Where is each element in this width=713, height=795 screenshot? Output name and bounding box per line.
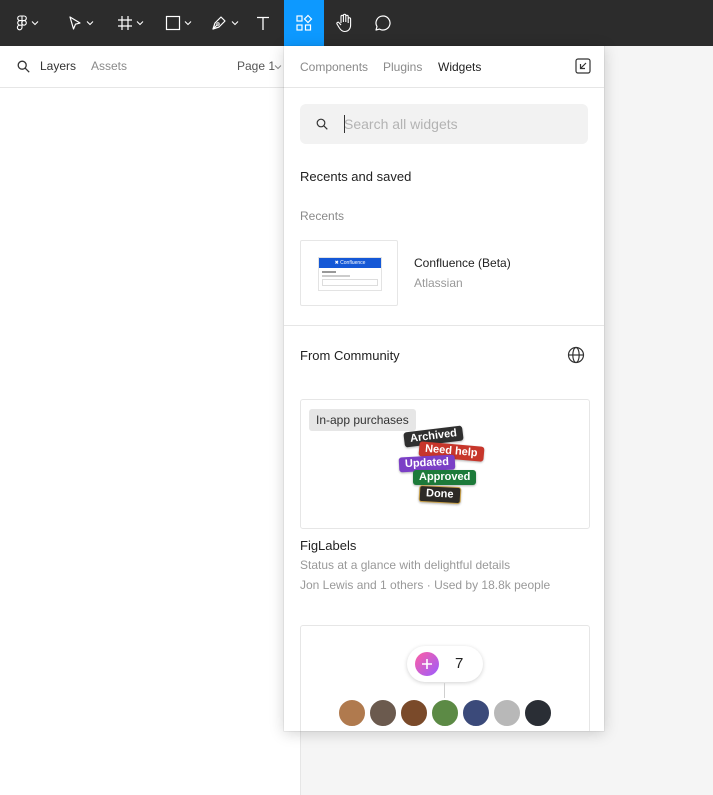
recents-and-saved-heading: Recents and saved bbox=[300, 169, 412, 184]
open-in-panel-icon[interactable] bbox=[575, 58, 591, 74]
widget-card-voting[interactable]: 7 bbox=[300, 625, 590, 731]
page-selector-label: Page 1 bbox=[237, 59, 276, 73]
chevron-down-icon bbox=[184, 21, 191, 26]
comment-tool-button[interactable] bbox=[368, 0, 398, 46]
left-panel-header: Layers Assets Page 1 bbox=[0, 46, 300, 88]
hand-icon bbox=[336, 13, 352, 33]
chevron-down-icon bbox=[136, 21, 143, 26]
search-icon[interactable] bbox=[17, 60, 30, 73]
widget-card-figlabels[interactable]: In-app purchases Archived Need help Upda… bbox=[300, 399, 590, 529]
text-icon bbox=[257, 16, 269, 30]
recents-heading: Recents bbox=[300, 209, 345, 223]
search-icon bbox=[316, 118, 328, 130]
avatar bbox=[368, 698, 398, 728]
avatar bbox=[399, 698, 429, 728]
widget-search[interactable] bbox=[300, 104, 588, 144]
placeholder-input bbox=[322, 279, 378, 286]
recent-widget-author: Atlassian bbox=[414, 276, 463, 290]
widget-thumbnail: ✖ Confluence bbox=[300, 240, 398, 306]
resources-tool-button[interactable] bbox=[284, 0, 324, 46]
left-panel: Layers Assets Page 1 bbox=[0, 46, 301, 795]
pen-icon bbox=[211, 16, 226, 30]
label-done-text: Done bbox=[425, 487, 454, 501]
frame-icon bbox=[117, 16, 132, 30]
page-selector[interactable]: Page 1 bbox=[237, 59, 282, 73]
avatar bbox=[492, 698, 522, 728]
label-approved: Approved bbox=[413, 470, 477, 485]
divider bbox=[284, 325, 604, 326]
move-tool-button[interactable] bbox=[60, 0, 100, 46]
resources-popup: Components Plugins Widgets Recents and s… bbox=[284, 46, 604, 731]
shape-tool-button[interactable] bbox=[158, 0, 198, 46]
tab-assets[interactable]: Assets bbox=[91, 59, 127, 73]
chevron-down-icon bbox=[31, 21, 38, 26]
label-updated-text: Updated bbox=[404, 455, 450, 471]
avatar bbox=[430, 698, 460, 728]
widget-description: Status at a glance with delightful detai… bbox=[300, 558, 511, 572]
rectangle-icon bbox=[165, 15, 180, 31]
confluence-preview-header: ✖ Confluence bbox=[319, 258, 381, 268]
resources-icon bbox=[296, 14, 313, 31]
widget-name: FigLabels bbox=[300, 538, 357, 553]
avatar bbox=[523, 698, 553, 728]
label-approved-text: Approved bbox=[419, 471, 471, 483]
figma-logo-icon bbox=[16, 15, 27, 31]
tab-widgets[interactable]: Widgets bbox=[438, 60, 481, 74]
vote-count: 7 bbox=[455, 655, 464, 672]
frame-tool-button[interactable] bbox=[110, 0, 150, 46]
tab-components[interactable]: Components bbox=[300, 60, 368, 74]
in-app-purchases-badge: In-app purchases bbox=[309, 409, 416, 431]
chevron-down-icon bbox=[86, 21, 93, 26]
globe-icon[interactable] bbox=[567, 346, 585, 364]
from-community-heading: From Community bbox=[300, 348, 400, 363]
recent-widget-item[interactable]: ✖ Confluence Confluence (Beta) Atlassian bbox=[300, 240, 588, 306]
placeholder-line bbox=[322, 271, 336, 273]
text-tool-button[interactable] bbox=[248, 0, 278, 46]
plus-icon bbox=[415, 652, 439, 676]
tab-layers[interactable]: Layers bbox=[40, 59, 76, 73]
comment-icon bbox=[375, 15, 391, 31]
confluence-preview: ✖ Confluence bbox=[318, 257, 382, 291]
search-input[interactable] bbox=[344, 115, 574, 133]
main-menu-button[interactable] bbox=[8, 0, 46, 46]
connector-line bbox=[444, 683, 445, 699]
chevron-down-icon bbox=[274, 65, 282, 70]
label-done: Done bbox=[418, 484, 461, 505]
widget-meta: Jon Lewis and 1 others · Used by 18.8k p… bbox=[300, 578, 551, 592]
pen-tool-button[interactable] bbox=[204, 0, 244, 46]
popup-tabs: Components Plugins Widgets bbox=[284, 46, 604, 88]
text-caret bbox=[344, 115, 345, 133]
recent-widget-name: Confluence (Beta) bbox=[414, 256, 511, 270]
toolbar bbox=[0, 0, 713, 46]
avatar bbox=[461, 698, 491, 728]
avatar bbox=[337, 698, 367, 728]
hand-tool-button[interactable] bbox=[330, 0, 358, 46]
placeholder-line bbox=[322, 275, 350, 277]
tab-plugins[interactable]: Plugins bbox=[383, 60, 422, 74]
vote-counter: 7 bbox=[407, 646, 483, 682]
chevron-down-icon bbox=[231, 21, 238, 26]
cursor-icon bbox=[68, 16, 81, 30]
